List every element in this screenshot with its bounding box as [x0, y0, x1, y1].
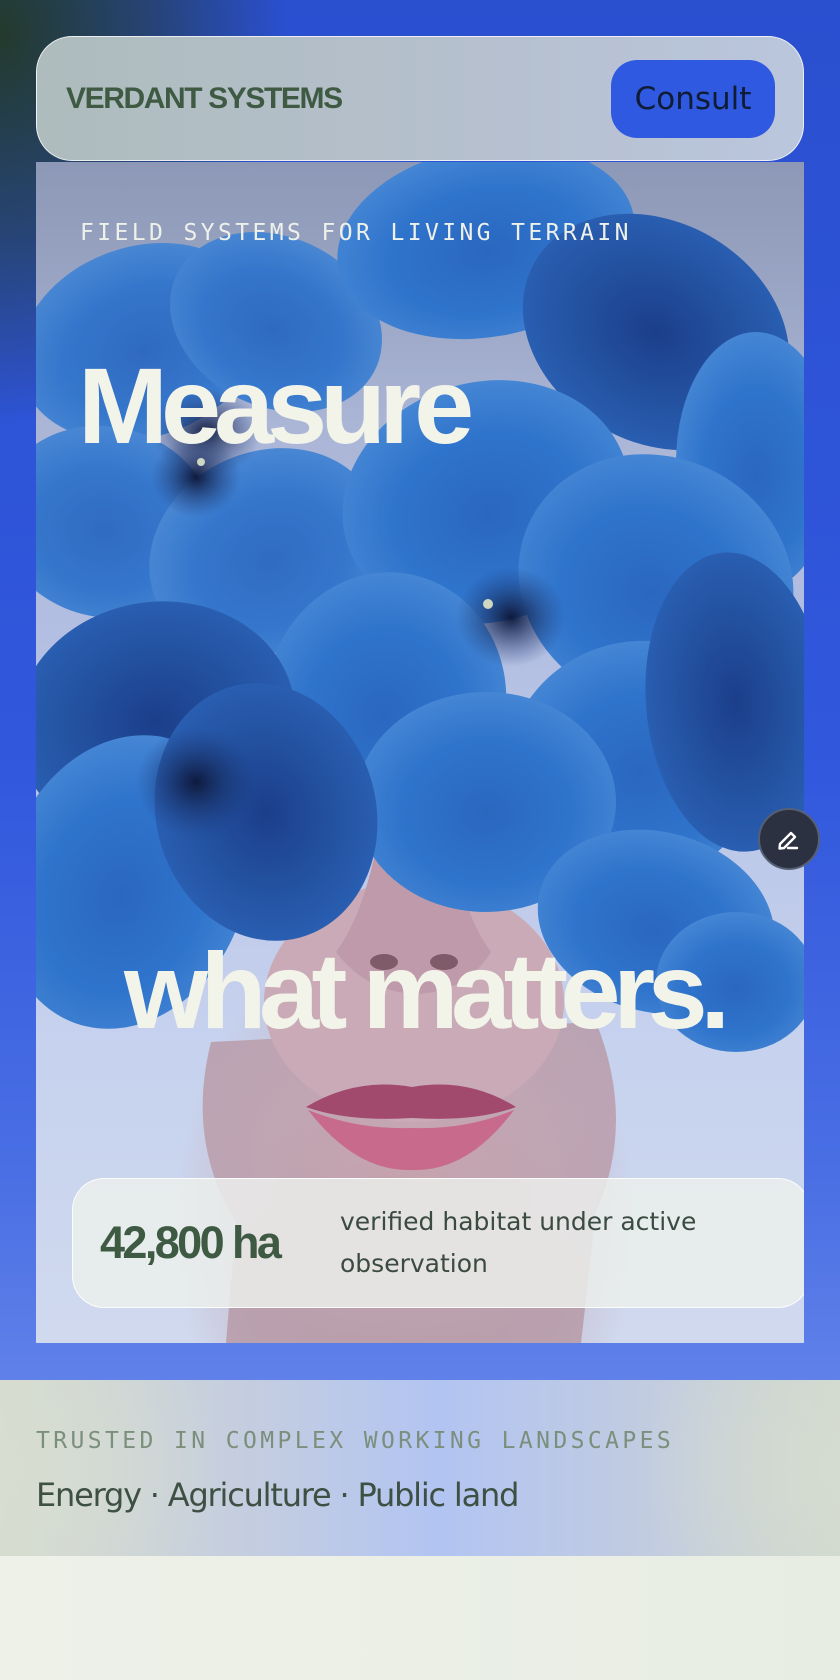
consult-button[interactable]: Consult — [611, 59, 775, 138]
site-header: VERDANT SYSTEMS Consult — [36, 36, 804, 161]
trusted-label: TRUSTED IN COMPLEX WORKING LANDSCAPES — [36, 1428, 675, 1454]
trusted-section: TRUSTED IN COMPLEX WORKING LANDSCAPES En… — [0, 1380, 840, 1556]
hero-headline-line2: what matters. — [124, 930, 730, 1051]
hero-headline-line1: Measure — [78, 345, 474, 466]
brand-logo[interactable]: VERDANT SYSTEMS — [66, 82, 343, 116]
industries-list: Energy · Agriculture · Public land — [36, 1476, 519, 1514]
stat-card: 42,800 ha verified habitat under active … — [72, 1178, 804, 1308]
page-bottom-area — [0, 1556, 840, 1680]
edit-button[interactable] — [758, 808, 820, 870]
hero-section: FIELD SYSTEMS FOR LIVING TERRAIN Measure… — [36, 162, 804, 1343]
hero-eyebrow: FIELD SYSTEMS FOR LIVING TERRAIN — [80, 220, 632, 246]
blue-flowers-illustration — [36, 162, 804, 1343]
pencil-icon — [778, 831, 799, 850]
stat-value: 42,800 ha — [100, 1217, 282, 1268]
stat-description: verified habitat under active observatio… — [340, 1207, 697, 1278]
